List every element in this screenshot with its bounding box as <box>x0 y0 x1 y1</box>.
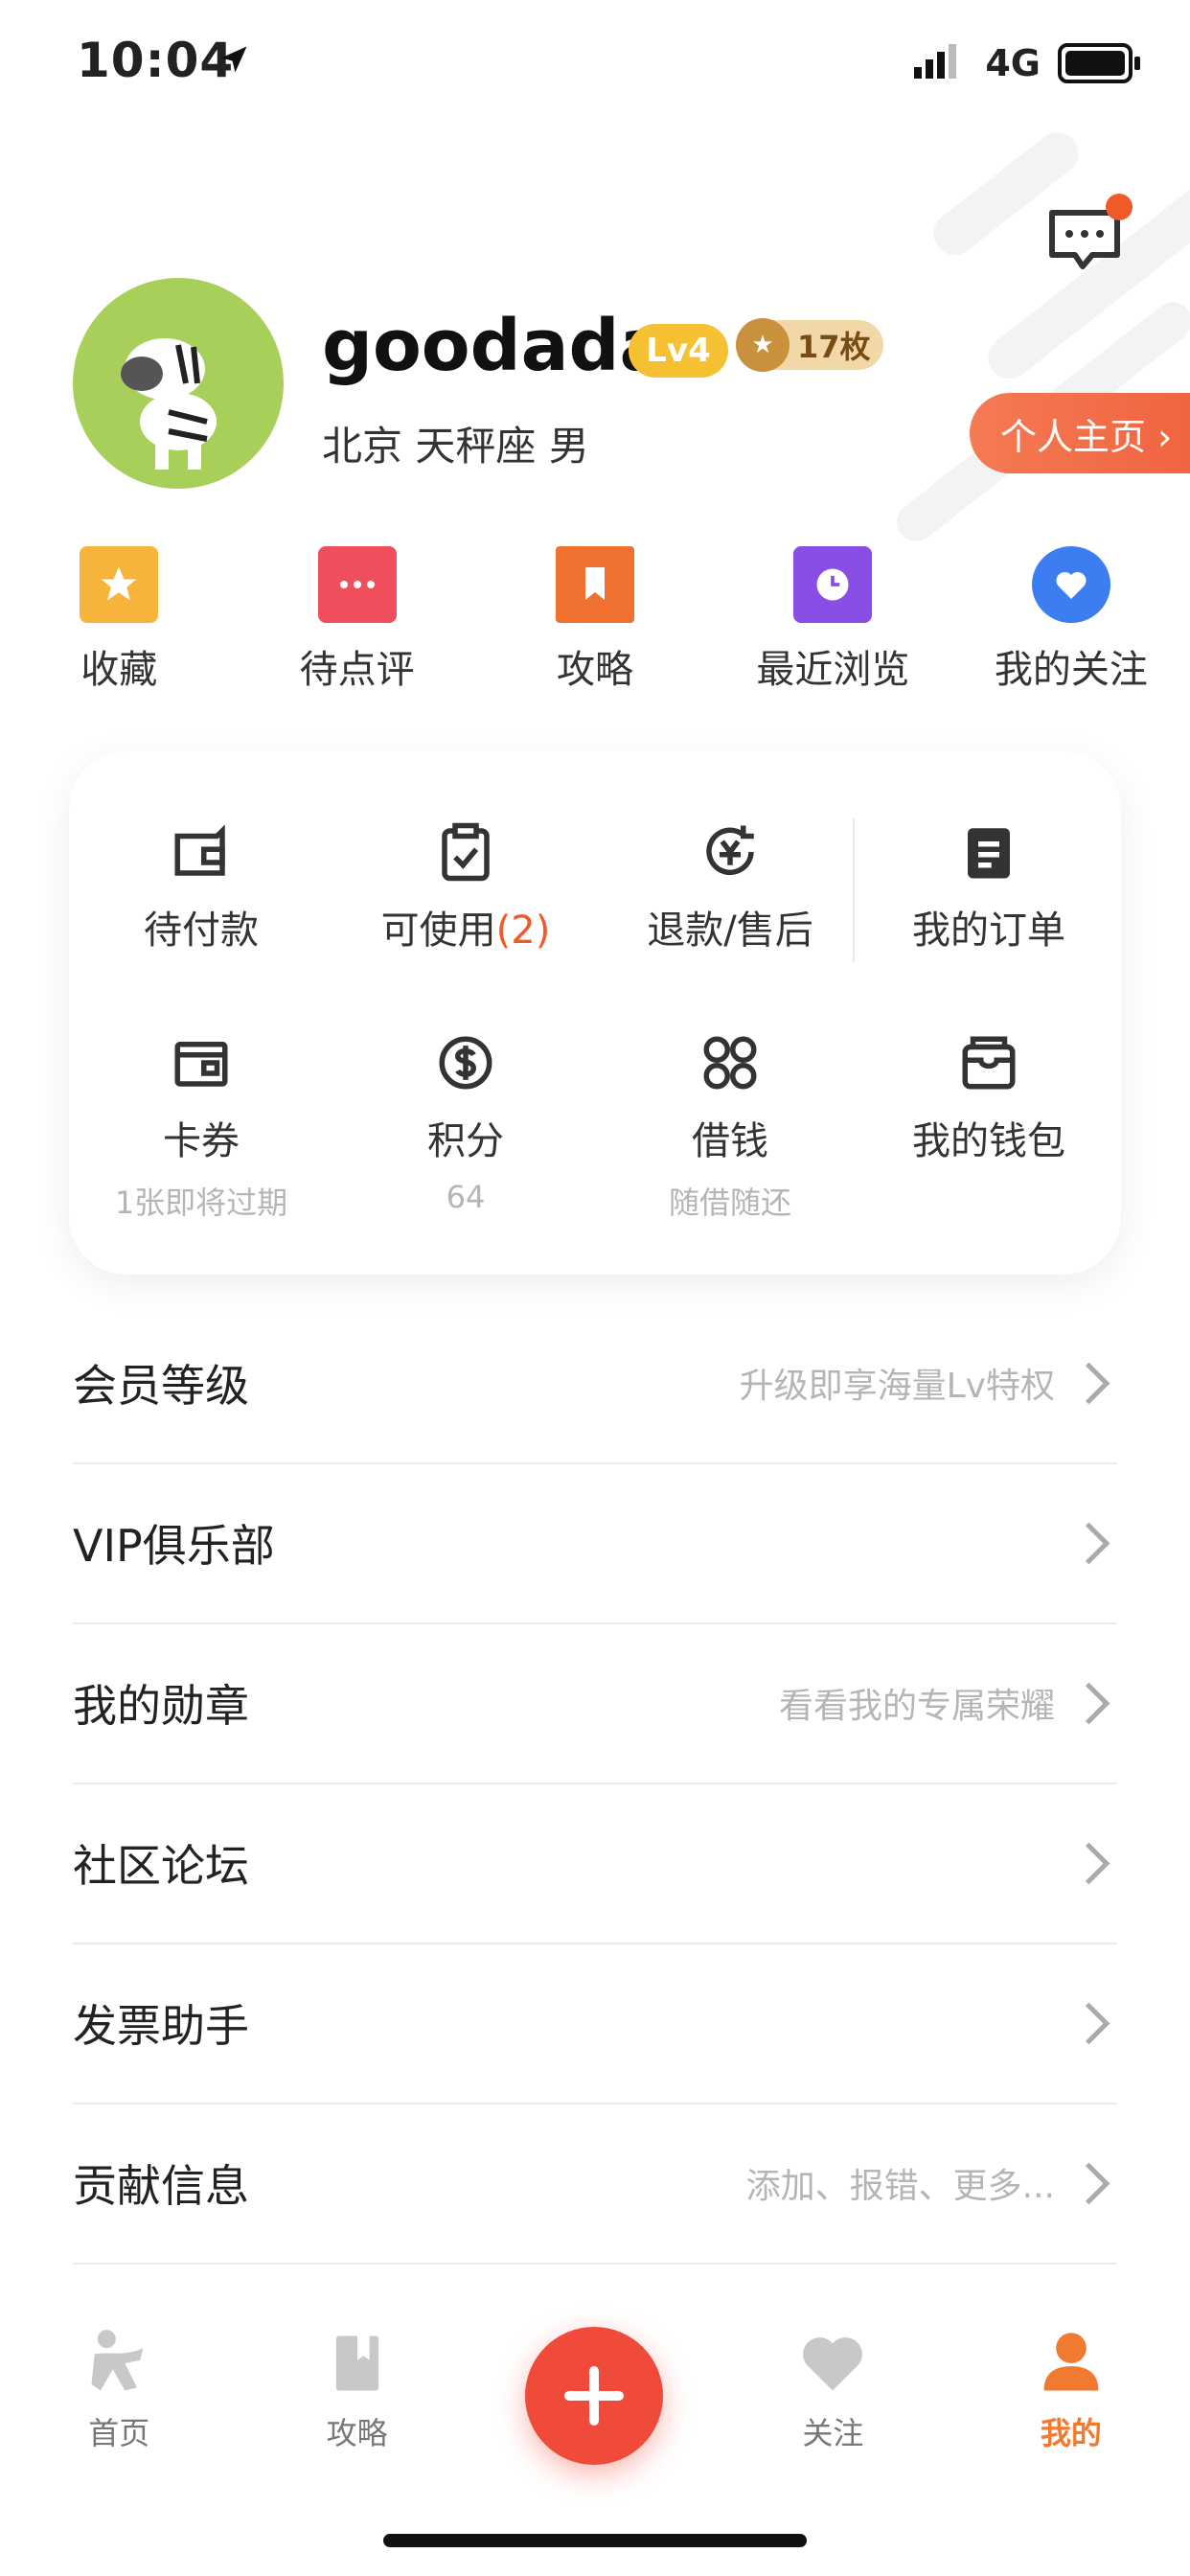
list-hint: 看看我的专属荣耀 <box>778 1687 1055 1726</box>
refund-label: 退款/售后 <box>647 908 813 953</box>
coupons-sub: 1张即将过期 <box>114 1184 288 1221</box>
points-label: 积分 <box>427 1119 504 1163</box>
username: goodada <box>322 305 668 387</box>
status-right: 4G <box>914 38 1140 88</box>
order-wallet-card: 待付款 可使用(2) 退款/售后 我的订单 卡券 1张即将过期 积分 64 借钱… <box>69 751 1121 1275</box>
refund-icon <box>697 818 764 886</box>
shortcut-label: 最近浏览 <box>756 648 910 692</box>
my-orders-label: 我的订单 <box>912 908 1065 953</box>
points-sub: 64 <box>446 1179 486 1215</box>
wallet-icon <box>168 818 235 886</box>
tab-follow[interactable]: 关注 <box>714 2319 951 2511</box>
shortcut-row: 收藏 待点评 攻略 最近浏览 我的关注 <box>0 546 1190 709</box>
list-item-medals[interactable]: 我的勋章 看看我的专属荣耀 <box>73 1623 1117 1784</box>
chevron-right-icon <box>1067 2002 1110 2044</box>
loan-item[interactable]: 借钱 随借随还 <box>598 1029 862 1223</box>
list-title: 我的勋章 <box>73 1680 249 1732</box>
heart-tab-icon <box>796 2327 869 2404</box>
signal-icon <box>914 42 968 84</box>
coupons-item[interactable]: 卡券 1张即将过期 <box>69 1029 333 1223</box>
loan-label: 借钱 <box>692 1119 768 1163</box>
status-time: 10:04 <box>77 33 235 88</box>
list-title: 贡献信息 <box>73 2160 249 2212</box>
usable-item[interactable]: 可使用(2) <box>333 818 598 954</box>
tab-label: 攻略 <box>326 2415 388 2451</box>
list-item-member-level[interactable]: 会员等级 升级即享海量Lv特权 <box>73 1303 1117 1464</box>
shortcut-recent[interactable]: 最近浏览 <box>714 546 951 709</box>
plus-icon <box>564 2366 624 2426</box>
my-wallet-label: 我的钱包 <box>912 1119 1065 1163</box>
clipboard-check-icon <box>432 818 499 886</box>
bookmark-icon <box>556 546 635 623</box>
list-item-vip-club[interactable]: VIP俱乐部 <box>73 1463 1117 1624</box>
medal-icon: ★ <box>736 318 790 372</box>
pending-payment-item[interactable]: 待付款 <box>69 818 333 954</box>
list-hint: 升级即享海量Lv特权 <box>739 1367 1055 1406</box>
guide-book-icon <box>321 2327 394 2404</box>
points-item[interactable]: 积分 64 <box>333 1029 598 1215</box>
homepage-button[interactable]: 个人主页 › <box>970 393 1190 473</box>
shortcut-pending-review[interactable]: 待点评 <box>238 546 475 709</box>
coupon-icon <box>168 1029 235 1096</box>
tab-label: 我的 <box>1040 2415 1102 2451</box>
list-item-forum[interactable]: 社区论坛 <box>73 1783 1117 1944</box>
add-button[interactable] <box>525 2327 663 2465</box>
dollar-icon <box>432 1029 499 1096</box>
list-item-invoice[interactable]: 发票助手 <box>73 1944 1117 2104</box>
comment-icon <box>317 546 397 623</box>
location-arrow-icon <box>217 42 251 80</box>
list-item-contribute[interactable]: 贡献信息 添加、报错、更多... <box>73 2104 1117 2265</box>
clover-icon <box>697 1029 764 1096</box>
refund-item[interactable]: 退款/售后 <box>598 818 862 954</box>
list-title: 会员等级 <box>73 1360 249 1412</box>
usable-text: 可使用 <box>380 908 496 953</box>
usable-count: (2) <box>495 908 551 953</box>
shortcut-label: 我的关注 <box>994 648 1148 692</box>
shortcut-label: 收藏 <box>80 648 158 692</box>
user-icon <box>1035 2327 1108 2404</box>
avatar[interactable] <box>73 278 284 489</box>
shortcut-label: 攻略 <box>557 648 634 692</box>
home-indicator <box>383 2534 807 2547</box>
home-icon <box>82 2327 155 2404</box>
pending-payment-label: 待付款 <box>144 908 259 953</box>
tab-home[interactable]: 首页 <box>0 2319 238 2511</box>
my-wallet-item[interactable]: 我的钱包 <box>857 1029 1121 1165</box>
list-title: VIP俱乐部 <box>73 1520 275 1572</box>
wallet-box-icon <box>955 1029 1022 1096</box>
star-icon <box>80 546 159 623</box>
clock-icon <box>793 546 873 623</box>
chevron-right-icon <box>1067 1362 1110 1404</box>
network-label: 4G <box>985 42 1041 84</box>
tab-guide[interactable]: 攻略 <box>238 2319 475 2511</box>
tab-mine[interactable]: 我的 <box>952 2319 1190 2511</box>
tab-label: 关注 <box>802 2415 864 2451</box>
list-title: 社区论坛 <box>73 1840 249 1892</box>
chevron-right-icon <box>1067 1522 1110 1564</box>
chevron-right-icon <box>1067 1682 1110 1724</box>
shortcut-label: 待点评 <box>299 648 415 692</box>
orders-icon <box>955 818 1022 886</box>
chevron-right-icon <box>1067 2162 1110 2204</box>
list-hint: 添加、报错、更多... <box>745 2167 1055 2206</box>
chevron-right-icon <box>1067 1842 1110 1884</box>
usable-label: 可使用(2) <box>381 899 551 954</box>
loan-sub: 随借随还 <box>668 1184 791 1221</box>
medal-badge[interactable]: ★ 17枚 <box>736 318 883 372</box>
card-divider <box>853 818 855 962</box>
list-title: 发票助手 <box>73 2000 249 2052</box>
heart-icon <box>1031 546 1110 623</box>
my-orders-item[interactable]: 我的订单 <box>857 818 1121 954</box>
tab-label: 首页 <box>88 2415 150 2451</box>
notification-dot <box>1106 194 1133 220</box>
user-info: 北京 天秤座 男 <box>322 423 589 470</box>
shortcut-guides[interactable]: 攻略 <box>476 546 714 709</box>
medal-count: 17枚 <box>797 329 871 365</box>
shortcut-following[interactable]: 我的关注 <box>952 546 1190 709</box>
battery-icon <box>1058 43 1140 83</box>
shortcut-favorites[interactable]: 收藏 <box>0 546 238 709</box>
level-badge[interactable]: Lv4 <box>629 324 728 378</box>
coupons-label: 卡券 <box>163 1119 240 1163</box>
